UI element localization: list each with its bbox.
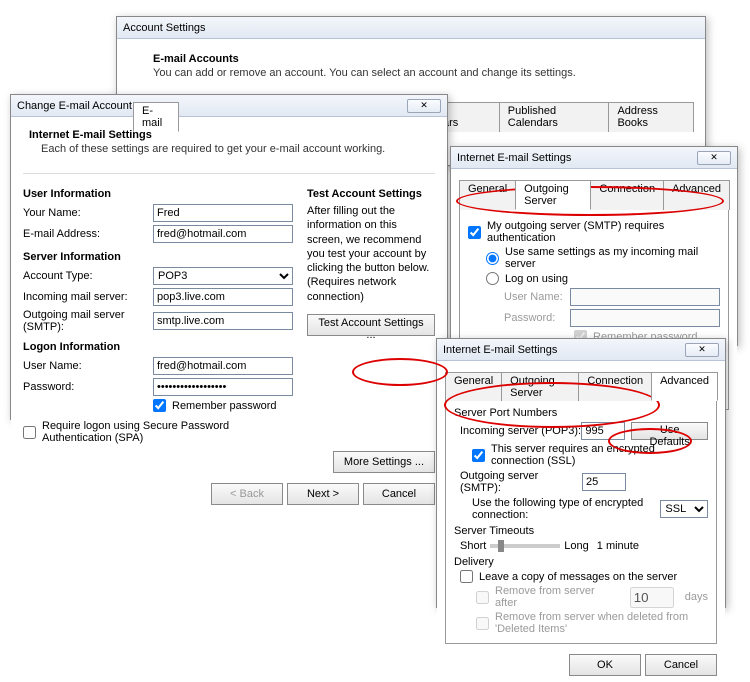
- password-input[interactable]: [153, 378, 293, 396]
- timeouts-heading: Server Timeouts: [454, 525, 708, 537]
- remove-deleted-checkbox: [476, 617, 489, 630]
- logon-info-heading: Logon Information: [23, 341, 293, 353]
- close-icon[interactable]: ✕: [407, 99, 441, 113]
- user-info-heading: User Information: [23, 188, 293, 200]
- change-account-title: Change E-mail Account: [17, 100, 407, 112]
- your-name-label: Your Name:: [23, 207, 153, 219]
- tab-general-2[interactable]: General: [445, 372, 502, 401]
- smtp-port-label: Outgoing server (SMTP):: [460, 470, 582, 494]
- tab-connection-2[interactable]: Connection: [578, 372, 652, 401]
- timeout-slider[interactable]: [490, 544, 560, 548]
- incoming-label: Incoming mail server:: [23, 291, 153, 303]
- ies2-tabs: General Outgoing Server Connection Advan…: [445, 371, 717, 401]
- tab-advanced[interactable]: Advanced: [663, 180, 730, 210]
- test-heading: Test Account Settings: [307, 188, 435, 200]
- remove-after-label: Remove from server after: [495, 585, 619, 609]
- tab-published-cal[interactable]: Published Calendars: [499, 102, 610, 132]
- ok-button[interactable]: OK: [569, 654, 641, 676]
- server-info-heading: Server Information: [23, 251, 293, 263]
- account-settings-titlebar: Account Settings: [117, 17, 705, 39]
- password-label: Password:: [23, 381, 153, 393]
- same-settings-radio[interactable]: [486, 252, 499, 265]
- next-button[interactable]: Next >: [287, 483, 359, 505]
- log-on-using-radio[interactable]: [486, 272, 499, 285]
- log-on-using-label: Log on using: [505, 273, 568, 285]
- remember-password-label: Remember password: [172, 400, 277, 412]
- use-defaults-button[interactable]: Use Defaults: [631, 422, 708, 440]
- email-accounts-sub: You can add or remove an account. You ca…: [153, 67, 683, 79]
- account-type-select[interactable]: POP3: [153, 267, 293, 285]
- change-account-titlebar: Change E-mail Account ✕: [11, 95, 447, 117]
- days-label: days: [685, 591, 708, 603]
- email-label: E-mail Address:: [23, 228, 153, 240]
- ies-outgoing-window: Internet E-mail Settings ✕ General Outgo…: [450, 146, 738, 346]
- ies1-titlebar: Internet E-mail Settings ✕: [451, 147, 737, 169]
- close-icon[interactable]: ✕: [685, 343, 719, 357]
- enc-label: Use the following type of encrypted conn…: [472, 497, 660, 521]
- tab-address-books[interactable]: Address Books: [608, 102, 694, 132]
- tab-advanced-2[interactable]: Advanced: [651, 372, 718, 401]
- same-settings-label: Use same settings as my incoming mail se…: [505, 246, 720, 270]
- require-spa-label: Require logon using Secure Password Auth…: [42, 420, 293, 444]
- long-label: Long: [564, 540, 588, 552]
- smtp-auth-label: My outgoing server (SMTP) requires authe…: [487, 220, 720, 244]
- cancel-button[interactable]: Cancel: [363, 483, 435, 505]
- outgoing-input[interactable]: [153, 312, 293, 330]
- ies1-tabs: General Outgoing Server Connection Advan…: [459, 179, 729, 210]
- remove-deleted-label: Remove from server when deleted from 'De…: [495, 611, 708, 635]
- back-button: < Back: [211, 483, 283, 505]
- smtp-port-input[interactable]: [582, 473, 626, 491]
- timeout-value: 1 minute: [597, 540, 639, 552]
- ies1-username-label: User Name:: [504, 291, 570, 303]
- require-spa-checkbox[interactable]: [23, 426, 36, 439]
- ies1-username-input: [570, 288, 720, 306]
- more-settings-button[interactable]: More Settings ...: [333, 451, 435, 473]
- account-settings-title: Account Settings: [123, 22, 699, 34]
- incoming-input[interactable]: [153, 288, 293, 306]
- email-input[interactable]: [153, 225, 293, 243]
- delivery-heading: Delivery: [454, 556, 708, 568]
- remove-after-days-input: [630, 587, 674, 608]
- remove-after-checkbox: [476, 591, 489, 604]
- enc-select[interactable]: SSL: [660, 500, 708, 518]
- pop3-port-label: Incoming server (POP3):: [460, 425, 581, 437]
- ies2-titlebar: Internet E-mail Settings ✕: [437, 339, 725, 361]
- leave-copy-label: Leave a copy of messages on the server: [479, 571, 677, 583]
- email-accounts-heading: E-mail Accounts: [153, 53, 683, 65]
- tab-connection[interactable]: Connection: [590, 180, 664, 210]
- tab-outgoing-2[interactable]: Outgoing Server: [501, 372, 579, 401]
- username-input[interactable]: [153, 357, 293, 375]
- leave-copy-checkbox[interactable]: [460, 570, 473, 583]
- short-label: Short: [460, 540, 486, 552]
- test-account-settings-button[interactable]: Test Account Settings ...: [307, 314, 435, 336]
- change-email-account-window: Change E-mail Account ✕ Internet E-mail …: [10, 94, 448, 420]
- test-text: After filling out the information on thi…: [307, 204, 435, 304]
- ies-sub: Each of these settings are required to g…: [41, 143, 429, 155]
- smtp-auth-checkbox[interactable]: [468, 226, 481, 239]
- outgoing-label: Outgoing mail server (SMTP):: [23, 309, 153, 333]
- ies1-title: Internet E-mail Settings: [457, 152, 697, 164]
- ies2-title: Internet E-mail Settings: [443, 344, 685, 356]
- pop3-ssl-checkbox[interactable]: [472, 449, 485, 462]
- ies-heading: Internet E-mail Settings: [29, 129, 429, 141]
- tab-outgoing-server[interactable]: Outgoing Server: [515, 180, 591, 210]
- account-type-label: Account Type:: [23, 270, 153, 282]
- username-label: User Name:: [23, 360, 153, 372]
- ies1-password-label: Password:: [504, 312, 570, 324]
- remember-password-checkbox[interactable]: [153, 399, 166, 412]
- tab-general[interactable]: General: [459, 180, 516, 210]
- close-icon[interactable]: ✕: [697, 151, 731, 165]
- your-name-input[interactable]: [153, 204, 293, 222]
- tab-email[interactable]: E-mail: [133, 102, 179, 132]
- ies-advanced-window: Internet E-mail Settings ✕ General Outgo…: [436, 338, 726, 608]
- ies1-password-input: [570, 309, 720, 327]
- port-heading: Server Port Numbers: [454, 407, 708, 419]
- pop3-port-input[interactable]: [581, 422, 625, 440]
- pop3-ssl-label: This server requires an encrypted connec…: [491, 443, 708, 467]
- cancel-button-2[interactable]: Cancel: [645, 654, 717, 676]
